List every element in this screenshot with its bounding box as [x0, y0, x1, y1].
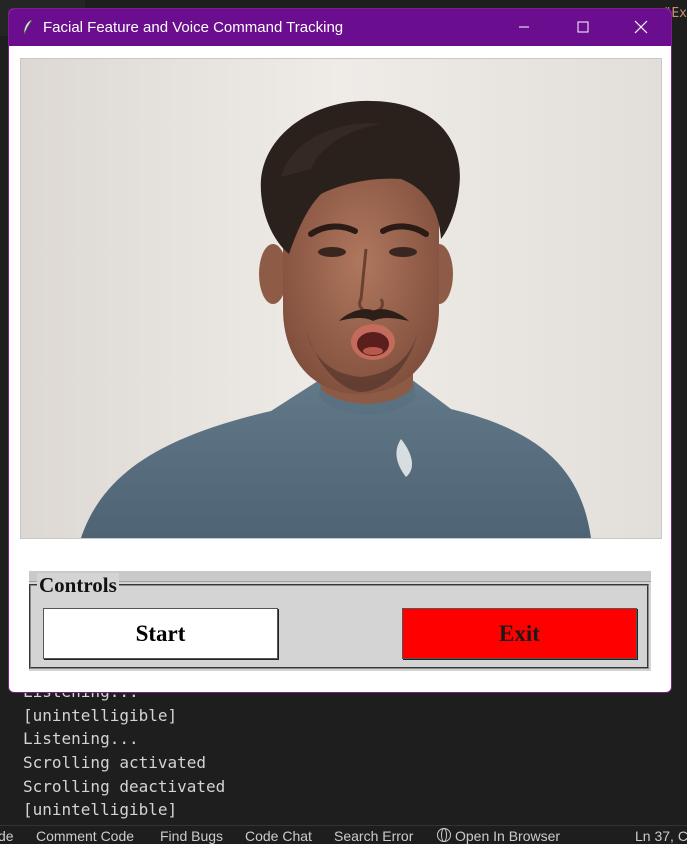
minimize-icon	[519, 26, 529, 28]
exit-button[interactable]: Exit	[402, 608, 637, 659]
controls-divider	[29, 571, 651, 582]
open-in-browser-button[interactable]: Open In Browser	[437, 828, 560, 844]
maximize-button[interactable]	[555, 9, 613, 46]
terminal-line: [unintelligible]	[23, 800, 178, 819]
title-bar[interactable]: Facial Feature and Voice Command Trackin…	[9, 9, 671, 46]
globe-icon	[437, 828, 451, 842]
search-error-button[interactable]: Search Error	[334, 828, 413, 844]
status-bar: de Comment Code Find Bugs Code Chat Sear…	[0, 825, 687, 844]
terminal-line: [unintelligible]	[23, 706, 178, 725]
close-button[interactable]	[613, 9, 671, 46]
controls-panel: Controls Start Exit	[29, 571, 651, 671]
maximize-icon	[577, 21, 589, 33]
comment-code-button[interactable]: Comment Code	[36, 828, 134, 844]
cursor-position[interactable]: Ln 37, C	[635, 828, 687, 844]
start-button[interactable]: Start	[43, 608, 278, 659]
find-bugs-button[interactable]: Find Bugs	[160, 828, 223, 844]
status-item[interactable]: de	[0, 828, 14, 844]
window-title: Facial Feature and Voice Command Trackin…	[43, 19, 344, 36]
code-chat-button[interactable]: Code Chat	[245, 828, 312, 844]
minimize-button[interactable]	[496, 9, 554, 46]
terminal-line: Scrolling deactivated	[23, 777, 226, 796]
terminal-line: Scrolling activated	[23, 753, 207, 772]
close-icon	[634, 20, 648, 34]
feather-icon	[23, 19, 33, 35]
terminal-panel: Listening... [unintelligible] Listening.…	[0, 680, 687, 825]
terminal-line: Listening...	[23, 729, 139, 748]
webcam-image	[21, 59, 661, 538]
app-window: Facial Feature and Voice Command Trackin…	[8, 8, 672, 693]
controls-label: Controls	[37, 573, 119, 598]
camera-feed	[20, 58, 662, 539]
open-in-browser-label: Open In Browser	[455, 828, 561, 844]
